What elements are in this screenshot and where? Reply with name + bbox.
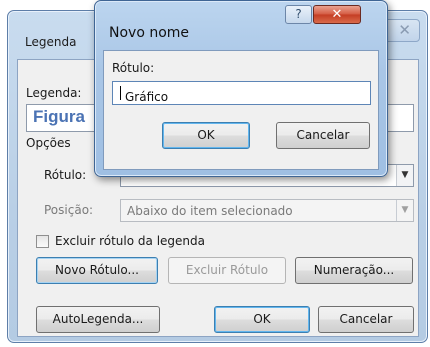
autocaption-button[interactable]: AutoLegenda... [36, 306, 160, 333]
legenda-dialog-title: Legenda [25, 35, 77, 49]
position-field-label: Posição: [44, 203, 94, 217]
numbering-button[interactable]: Numeração... [295, 257, 413, 284]
help-icon: ? [295, 7, 302, 21]
close-icon: ✕ [331, 7, 343, 22]
exclude-label-checkbox[interactable] [36, 235, 49, 248]
novo-nome-dialog-body: Rótulo: Gráfico OK Cancelar [103, 50, 379, 170]
novo-nome-close-button[interactable]: ✕ [313, 5, 361, 24]
new-label-input-value: Gráfico [125, 90, 169, 104]
new-label-input[interactable]: Gráfico [112, 81, 371, 105]
novo-nome-cancel-button[interactable]: Cancelar [276, 122, 370, 149]
new-label-button[interactable]: Novo Rótulo... [36, 257, 158, 284]
delete-label-button[interactable]: Excluir Rótulo [168, 257, 286, 284]
new-label-field-label: Rótulo: [112, 61, 155, 75]
position-select[interactable]: Abaixo do item selecionado ▼ [120, 199, 414, 222]
help-button[interactable]: ? [285, 5, 312, 24]
legenda-ok-button[interactable]: OK [214, 306, 310, 333]
novo-nome-ok-button[interactable]: OK [162, 122, 250, 149]
text-cursor [120, 86, 121, 100]
caption-label: Legenda: [26, 86, 82, 100]
caption-input-value: Figura [33, 107, 85, 126]
close-icon: ✕ [398, 21, 411, 39]
chevron-down-icon: ▼ [396, 165, 413, 186]
novo-nome-dialog-title: Novo nome [109, 25, 190, 41]
options-group-label: Opções [26, 136, 71, 150]
exclude-label-text: Excluir rótulo da legenda [55, 234, 205, 248]
chevron-down-icon: ▼ [396, 200, 413, 221]
label-field-label: Rótulo: [44, 168, 87, 182]
position-select-value: Abaixo do item selecionado [127, 204, 293, 218]
legenda-cancel-button[interactable]: Cancelar [318, 306, 414, 333]
novo-nome-dialog: Novo nome ? ✕ Rótulo: Gráfico OK Cancela… [94, 0, 388, 177]
